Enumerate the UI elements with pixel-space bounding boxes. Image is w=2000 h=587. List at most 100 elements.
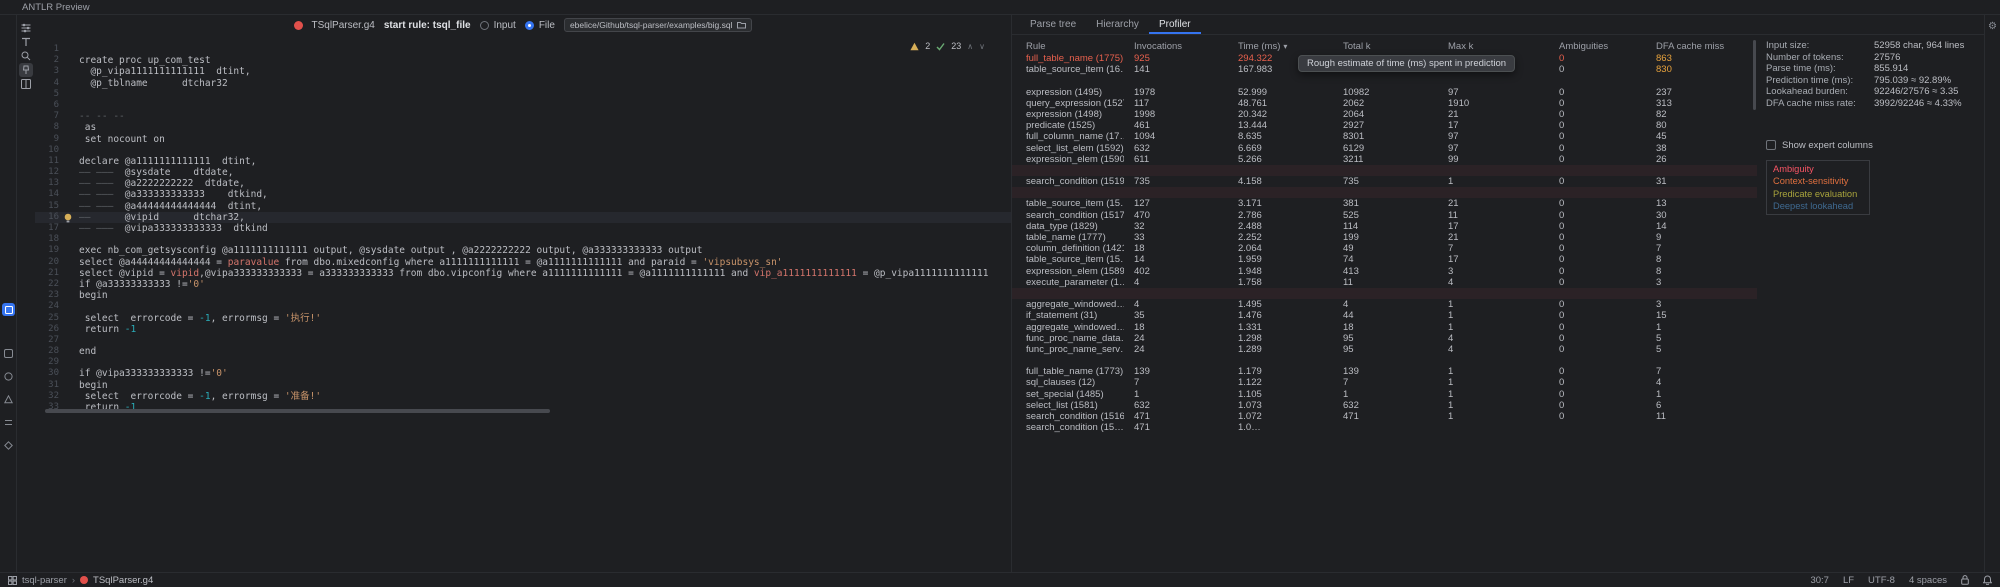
- profiler-row[interactable]: select_list (1581)6321.073632106: [1012, 400, 1757, 411]
- browse-file-icon[interactable]: [737, 21, 746, 29]
- profiler-cell: 4: [1124, 299, 1228, 310]
- profiler-row[interactable]: search_condition (15…4711.0…: [1012, 422, 1757, 433]
- profiler-row[interactable]: query_expression (1527)11748.76120621910…: [1012, 98, 1757, 109]
- tab-hierarchy[interactable]: Hierarchy: [1086, 15, 1149, 34]
- tool-stripe-icon[interactable]: [2, 439, 15, 452]
- code-text: set nocount on: [79, 134, 165, 145]
- bell-icon[interactable]: [1983, 575, 1992, 585]
- tool-stripe-icon[interactable]: [2, 393, 15, 406]
- profiler-row[interactable]: select_list_elem (1592)6326.669612997038: [1012, 143, 1757, 154]
- line-number: 10: [35, 145, 59, 156]
- file-radio-circle[interactable]: [525, 21, 534, 30]
- profiler-row[interactable]: aggregate_windowed…41.4954103: [1012, 299, 1757, 310]
- code-text: —— ——— @vipa333333333333 dtkind: [79, 223, 268, 234]
- profiler-cell: 381: [1333, 198, 1438, 209]
- grammar-name: TSqlParser.g4: [312, 20, 375, 31]
- gear-icon[interactable]: ⚙: [1986, 20, 1999, 33]
- line-number: 14: [35, 189, 59, 200]
- profiler-cell: 8: [1646, 254, 1753, 265]
- profiler-row[interactable]: search_condition (1519)7354.1587351031: [1012, 176, 1757, 187]
- column-header-max-k[interactable]: Max k: [1438, 40, 1549, 53]
- profiler-cell: 95: [1333, 333, 1438, 344]
- split-view-icon[interactable]: [19, 77, 33, 91]
- profiler-row[interactable]: aggregate_windowed…181.33118101: [1012, 322, 1757, 333]
- previous-highlight-icon[interactable]: ∧: [967, 42, 973, 51]
- profiler-row[interactable]: table_source_item (15…1273.17138121013: [1012, 198, 1757, 209]
- profiler-row[interactable]: set_special (1485)11.1051101: [1012, 389, 1757, 400]
- profiler-cell: 0: [1549, 210, 1646, 221]
- profiler-cell: search_condition (1519): [1012, 176, 1124, 187]
- tool-stripe-icon[interactable]: [2, 370, 15, 383]
- code-line: 17—— ——— @vipa333333333333 dtkind: [35, 223, 1011, 234]
- profiler-row[interactable]: expression_elem (1589)4021.948413308: [1012, 266, 1757, 277]
- file-encoding[interactable]: UTF-8: [1868, 575, 1895, 586]
- intention-bulb-icon[interactable]: [64, 213, 72, 223]
- profiler-row[interactable]: [1012, 165, 1757, 176]
- profiler-row[interactable]: search_condition (1517)4702.78652511030: [1012, 210, 1757, 221]
- status-widgets: 30:7 LF UTF-8 4 spaces: [1810, 575, 1992, 586]
- column-header-ambiguities[interactable]: Ambiguities: [1549, 40, 1646, 53]
- profiler-row[interactable]: expression (1498)199820.342206421082: [1012, 109, 1757, 120]
- profiler-cell: 735: [1124, 176, 1228, 187]
- profiler-cell: 4: [1333, 299, 1438, 310]
- profiler-cell: [1438, 165, 1549, 176]
- show-expert-columns-checkbox[interactable]: Show expert columns: [1766, 140, 1978, 151]
- table-scrollbar[interactable]: [1753, 40, 1756, 110]
- input-text-icon[interactable]: [19, 35, 33, 49]
- file-radio[interactable]: File: [525, 20, 555, 31]
- inspections-widget[interactable]: 2 23 ∧ ∨: [910, 41, 985, 51]
- profiler-row[interactable]: search_condition (1516)4711.0724711011: [1012, 411, 1757, 422]
- profiler-row[interactable]: func_proc_name_data…241.29895405: [1012, 333, 1757, 344]
- tool-stripe-icon[interactable]: [2, 303, 15, 316]
- line-number: 25: [35, 313, 59, 324]
- profiler-row[interactable]: execute_parameter (1…41.75811403: [1012, 277, 1757, 288]
- editor-content[interactable]: 12create proc up_com_test3 @p_vipa111111…: [35, 44, 1011, 413]
- line-ending[interactable]: LF: [1843, 575, 1854, 586]
- horizontal-scrollbar[interactable]: [45, 409, 550, 413]
- profiler-row[interactable]: if_statement (31)351.476441015: [1012, 310, 1757, 321]
- profiler-row[interactable]: column_definition (1421)182.06449707: [1012, 243, 1757, 254]
- profiler-cell: 139: [1333, 366, 1438, 377]
- search-icon[interactable]: [19, 49, 33, 63]
- profiler-row[interactable]: [1012, 187, 1757, 198]
- file-path-input[interactable]: ebelice/Github/tsql-parser/examples/big.…: [564, 18, 753, 32]
- breadcrumb-file[interactable]: TSqlParser.g4: [93, 575, 153, 586]
- profiler-row[interactable]: expression (1495)197852.99910982970237: [1012, 87, 1757, 98]
- profiler-row[interactable]: [1012, 288, 1757, 299]
- profiler-row[interactable]: full_table_name (1773)1391.179139107: [1012, 366, 1757, 377]
- profiler-row[interactable]: sql_clauses (12)71.1227104: [1012, 377, 1757, 388]
- column-header-rule[interactable]: Rule: [1012, 40, 1124, 53]
- code-text: end: [79, 346, 96, 357]
- column-header-time-ms-[interactable]: Time (ms)▾: [1228, 40, 1333, 53]
- profiler-row[interactable]: [1012, 355, 1757, 366]
- column-header-dfa-cache-miss[interactable]: DFA cache miss: [1646, 40, 1753, 53]
- settings-sliders-icon[interactable]: [19, 21, 33, 35]
- profiler-row[interactable]: func_proc_name_serv…241.28995405: [1012, 344, 1757, 355]
- column-header-invocations[interactable]: Invocations: [1124, 40, 1228, 53]
- tab-profiler[interactable]: Profiler: [1149, 15, 1201, 34]
- tool-stripe-icon[interactable]: [2, 416, 15, 429]
- column-header-total-k[interactable]: Total k: [1333, 40, 1438, 53]
- caret-position[interactable]: 30:7: [1810, 575, 1829, 586]
- tab-parse-tree[interactable]: Parse tree: [1020, 15, 1086, 34]
- tool-stripe-icon[interactable]: [2, 347, 15, 360]
- input-radio-circle[interactable]: [480, 21, 489, 30]
- code-line: 18: [35, 234, 1011, 245]
- checkbox-box[interactable]: [1766, 140, 1776, 150]
- pin-icon[interactable]: [19, 63, 33, 77]
- indent-setting[interactable]: 4 spaces: [1909, 575, 1947, 586]
- profiler-row[interactable]: table_source_item (15…141.959741708: [1012, 254, 1757, 265]
- profiler-row[interactable]: [1012, 75, 1757, 86]
- profiler-row[interactable]: full_column_name (17…10948.635830197045: [1012, 131, 1757, 142]
- breadcrumb-project[interactable]: tsql-parser: [22, 575, 67, 586]
- profiler-row[interactable]: table_name (1777)332.2521992109: [1012, 232, 1757, 243]
- line-number: 23: [35, 290, 59, 301]
- profiler-row[interactable]: data_type (1829)322.48811417014: [1012, 221, 1757, 232]
- profiler-row[interactable]: predicate (1525)46113.444292717080: [1012, 120, 1757, 131]
- profiler-cell: 1: [1438, 310, 1549, 321]
- profiler-cell: 8301: [1333, 131, 1438, 142]
- input-radio[interactable]: Input: [480, 20, 516, 31]
- lock-icon[interactable]: [1961, 575, 1969, 585]
- profiler-row[interactable]: expression_elem (1590)6115.266321199026: [1012, 154, 1757, 165]
- next-highlight-icon[interactable]: ∨: [979, 42, 985, 51]
